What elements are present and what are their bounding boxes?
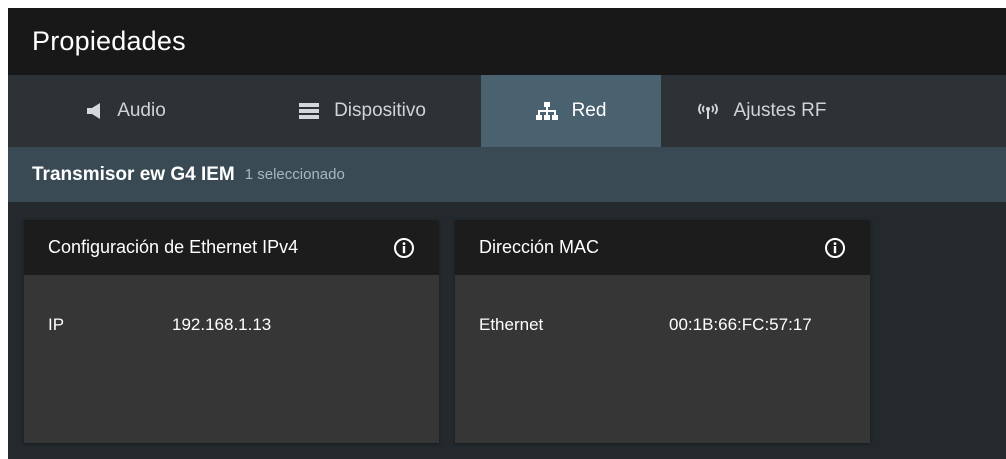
speaker-icon	[85, 102, 103, 120]
info-icon[interactable]	[393, 237, 415, 259]
card-title: Dirección MAC	[479, 237, 600, 257]
tab-network[interactable]: Red	[481, 75, 661, 147]
ip-label: IP	[48, 315, 65, 334]
card-header: Configuración de Ethernet IPv4	[24, 220, 439, 275]
mac-value: 00:1B:66:FC:57:17	[669, 315, 812, 334]
card-title: Configuración de Ethernet IPv4	[48, 237, 299, 257]
tab-device-label: Dispositivo	[334, 100, 426, 121]
tab-bar: Audio Dispositivo Red Ajustes RF	[8, 75, 1006, 147]
tab-audio-label: Audio	[117, 100, 166, 121]
ethernet-ipv4-card: Configuración de Ethernet IPv4 IP 192.16…	[24, 220, 439, 443]
tab-device[interactable]: Dispositivo	[243, 75, 481, 147]
device-icon	[298, 102, 320, 120]
antenna-icon	[696, 102, 720, 120]
tab-network-label: Red	[571, 100, 607, 121]
ip-value: 192.168.1.13	[172, 315, 272, 334]
ethernet-label: Ethernet	[479, 315, 544, 334]
card-header: Dirección MAC	[455, 220, 870, 275]
properties-window: Propiedades Audio Dispositivo Red Ajuste…	[8, 8, 1006, 459]
device-name: Transmisor ew G4 IEM	[32, 163, 235, 185]
selection-count: 1 seleccionado	[244, 166, 345, 183]
tab-rf-settings[interactable]: Ajustes RF	[661, 75, 861, 147]
mac-address-card: Dirección MAC Ethernet 00:1B:66:FC:57:17	[455, 220, 870, 443]
network-icon	[535, 102, 558, 120]
tab-rf-settings-label: Ajustes RF	[733, 100, 827, 121]
tab-audio[interactable]: Audio	[8, 75, 243, 147]
info-icon[interactable]	[824, 237, 846, 259]
title-bar: Propiedades	[8, 8, 1006, 75]
device-header: Transmisor ew G4 IEM 1 seleccionado	[8, 147, 1006, 202]
window-title: Propiedades	[32, 26, 186, 56]
